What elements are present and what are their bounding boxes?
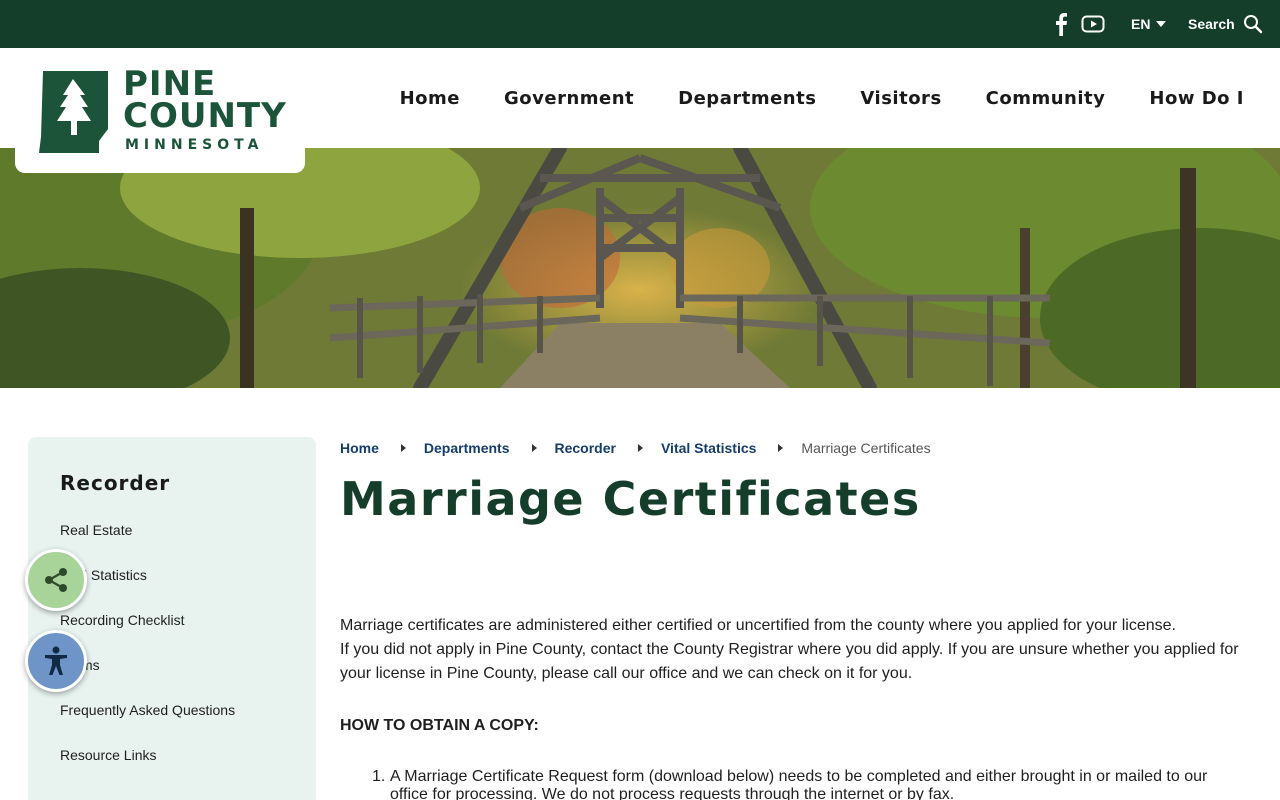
breadcrumb-separator-icon	[400, 444, 406, 452]
breadcrumb-recorder[interactable]: Recorder	[555, 440, 616, 456]
sidebar-item-resource-links[interactable]: Resource Links	[60, 747, 157, 763]
nav-how-do-i[interactable]: How Do I	[1149, 88, 1244, 109]
breadcrumb-separator-icon	[778, 444, 784, 452]
facebook-icon[interactable]	[1052, 12, 1070, 36]
accessibility-button[interactable]	[25, 630, 87, 692]
sidebar-item-real-estate[interactable]: Real Estate	[60, 522, 132, 538]
nav-community[interactable]: Community	[986, 88, 1106, 109]
logo-text-minnesota: MINNESOTA	[125, 137, 264, 153]
share-icon	[45, 568, 67, 592]
sidebar-item-faq[interactable]: Frequently Asked Questions	[60, 702, 235, 718]
section-heading: HOW TO OBTAIN A COPY:	[340, 717, 539, 734]
top-utility-bar: EN Search	[0, 0, 1280, 48]
bridge-forest-illustration	[0, 148, 1280, 388]
search-icon	[1243, 15, 1262, 34]
page-title: Marriage Certificates	[340, 472, 921, 526]
minnesota-tree-logo-icon	[39, 71, 108, 153]
share-button[interactable]	[25, 549, 87, 611]
nav-home[interactable]: Home	[400, 88, 460, 109]
language-label: EN	[1131, 16, 1151, 32]
breadcrumb-separator-icon	[637, 444, 643, 452]
nav-visitors[interactable]: Visitors	[860, 88, 941, 109]
breadcrumb: Home Departments Recorder Vital Statisti…	[340, 440, 931, 456]
breadcrumb-departments[interactable]: Departments	[424, 440, 510, 456]
site-logo[interactable]: PINE COUNTY MINNESOTA	[15, 48, 305, 173]
intro-paragraph-2: If you did not apply in Pine County, con…	[340, 641, 1239, 682]
sidebar-title: Recorder	[60, 471, 171, 495]
chevron-down-icon	[1156, 21, 1167, 27]
hero-banner-image	[0, 148, 1280, 388]
youtube-icon[interactable]	[1081, 14, 1105, 34]
intro-text: Marriage certificates are administered e…	[340, 614, 1240, 686]
breadcrumb-vital-statistics[interactable]: Vital Statistics	[661, 440, 756, 456]
list-item-number: 1.	[372, 768, 386, 785]
language-selector[interactable]: EN	[1131, 14, 1167, 34]
accessibility-icon	[45, 646, 67, 675]
list-item-text: A Marriage Certificate Request form (dow…	[390, 768, 1208, 800]
logo-text-county: COUNTY	[123, 96, 287, 136]
sidebar-navigation: Recorder Real Estate Vital Statistics Re…	[28, 437, 316, 800]
breadcrumb-separator-icon	[531, 444, 537, 452]
nav-departments[interactable]: Departments	[678, 88, 816, 109]
breadcrumb-home[interactable]: Home	[340, 440, 379, 456]
intro-paragraph-1: Marriage certificates are administered e…	[340, 617, 1176, 634]
breadcrumb-current: Marriage Certificates	[801, 440, 931, 456]
search-label: Search	[1188, 16, 1235, 32]
main-navigation: Home Government Departments Visitors Com…	[400, 48, 1244, 148]
sidebar-item-recording-checklist[interactable]: Recording Checklist	[60, 612, 185, 628]
nav-government[interactable]: Government	[504, 88, 634, 109]
search-button[interactable]: Search	[1188, 12, 1263, 36]
